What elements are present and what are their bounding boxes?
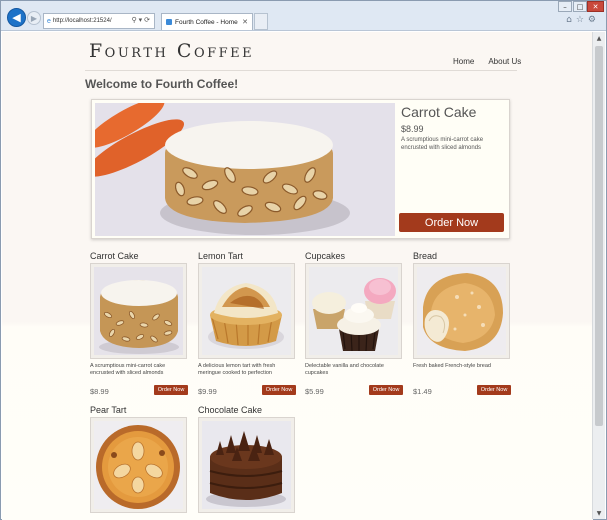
menu-item-home[interactable]: Home — [453, 57, 474, 66]
gear-icon[interactable]: ⚙ — [588, 15, 600, 25]
browser-tab[interactable]: Fourth Coffee - Home ✕ — [161, 13, 253, 30]
featured-price: $8.99 — [401, 124, 424, 134]
scroll-down-arrow-icon[interactable]: ▼ — [593, 507, 605, 519]
menu-item-about-us[interactable]: About Us — [488, 57, 521, 66]
featured-image-carrot-cake — [95, 103, 395, 236]
product-title[interactable]: Carrot Cake — [90, 251, 139, 261]
browser-window: ◀ ▶ e http://localhost:21524/ ⚲▾⟳ Fourth… — [0, 0, 607, 520]
product-description: Delectable vanilla and chocolate cupcake… — [305, 363, 384, 376]
maximize-button[interactable]: □ — [573, 1, 587, 12]
featured-description: A scrumptious mini-carrot cake encrusted… — [401, 137, 484, 151]
product-image-cupcakes — [309, 267, 398, 355]
product-image-bread — [417, 267, 506, 355]
product-title[interactable]: Bread — [413, 251, 437, 261]
scroll-up-arrow-icon[interactable]: ▲ — [593, 32, 605, 44]
product-price: $9.99 — [198, 387, 217, 396]
product-image-frame[interactable] — [198, 417, 295, 513]
star-icon[interactable]: ☆ — [576, 15, 588, 25]
product-image-frame[interactable] — [90, 263, 187, 359]
product-title[interactable]: Lemon Tart — [198, 251, 243, 261]
product-description: A scrumptious mini-carrot cake encrusted… — [90, 363, 166, 376]
site-logo[interactable]: Fourth Coffee — [89, 40, 254, 62]
browser-titlebar: ◀ ▶ e http://localhost:21524/ ⚲▾⟳ Fourth… — [1, 1, 606, 31]
browser-tool-icons[interactable]: ⌂☆⚙ — [566, 15, 600, 25]
product-price: $1.49 — [413, 387, 432, 396]
featured-order-now-button[interactable]: Order Now — [399, 213, 504, 232]
featured-title: Carrot Cake — [401, 104, 477, 120]
ie-logo-icon: e — [47, 17, 51, 25]
product-image-frame[interactable] — [90, 417, 187, 513]
product-image-pear-tart — [94, 421, 183, 509]
favicon-icon — [166, 19, 172, 25]
order-now-button[interactable]: Order Now — [262, 385, 296, 395]
forward-arrow-icon[interactable]: ▶ — [27, 11, 41, 25]
order-now-button[interactable]: Order Now — [154, 385, 188, 395]
back-arrow-icon[interactable]: ◀ — [7, 8, 26, 27]
new-tab-button[interactable] — [254, 13, 268, 30]
product-price: $5.99 — [305, 387, 324, 396]
minimize-button[interactable]: – — [558, 1, 572, 12]
product-title[interactable]: Chocolate Cake — [198, 405, 262, 415]
product-description: Fresh baked French-style bread — [413, 363, 491, 369]
address-text: http://localhost:21524/ — [52, 18, 112, 24]
product-image-carrot-cake — [94, 267, 183, 355]
product-image-frame[interactable] — [198, 263, 295, 359]
tab-title: Fourth Coffee - Home — [175, 18, 238, 26]
product-title[interactable]: Cupcakes — [305, 251, 345, 261]
product-image-frame[interactable] — [305, 263, 402, 359]
scroll-thumb[interactable] — [595, 46, 603, 426]
order-now-button[interactable]: Order Now — [477, 385, 511, 395]
address-bar[interactable]: e http://localhost:21524/ ⚲▾⟳ — [43, 13, 155, 29]
product-image-lemon-tart — [202, 267, 291, 355]
order-now-button[interactable]: Order Now — [369, 385, 403, 395]
web-page: Fourth Coffee Home About Us Welcome to F… — [2, 32, 593, 520]
tab-close-icon[interactable]: ✕ — [242, 18, 248, 26]
product-image-chocolate-cake — [202, 421, 291, 509]
main-menu: Home About Us — [453, 57, 521, 66]
product-title[interactable]: Pear Tart — [90, 405, 126, 415]
header-divider — [85, 70, 517, 71]
welcome-heading: Welcome to Fourth Coffee! — [85, 77, 239, 91]
product-description: A delicious lemon tart with fresh mering… — [198, 363, 276, 376]
product-image-frame[interactable] — [413, 263, 510, 359]
vertical-scrollbar[interactable]: ▲ ▼ — [592, 32, 605, 519]
close-window-button[interactable]: ✕ — [587, 1, 604, 12]
home-icon[interactable]: ⌂ — [566, 15, 576, 25]
product-price: $8.99 — [90, 387, 109, 396]
featured-product: Carrot Cake $8.99 A scrumptious mini-car… — [91, 99, 510, 239]
search-refresh-icons[interactable]: ⚲▾⟳ — [131, 16, 152, 24]
